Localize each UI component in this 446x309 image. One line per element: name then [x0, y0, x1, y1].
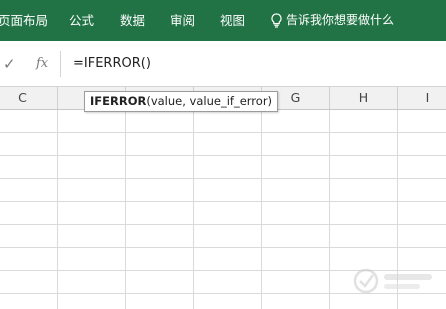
tab-page-layout[interactable]: 页面布局 [0, 0, 48, 41]
tab-review[interactable]: 审阅 [170, 0, 195, 41]
tab-data[interactable]: 数据 [120, 0, 145, 41]
watermark-logo-icon [353, 268, 432, 294]
insert-function-icon[interactable]: fx [36, 56, 48, 71]
function-syntax-tooltip: IFERROR(value, value_if_error) [84, 91, 279, 112]
formula-bar: ✓ fx =IFERROR() [0, 41, 446, 87]
tab-formulas[interactable]: 公式 [69, 0, 94, 41]
tab-view[interactable]: 视图 [220, 0, 245, 41]
ribbon-tab-bar: 页面布局 公式 数据 审阅 视图 告诉我你想要做什么 [0, 0, 446, 41]
column-gridline [329, 110, 330, 309]
tell-me-search[interactable]: 告诉我你想要做什么 [286, 0, 394, 41]
tooltip-arguments: (value, value_if_error) [146, 94, 273, 108]
column-gridline [261, 110, 262, 309]
enter-checkmark-icon[interactable]: ✓ [3, 55, 16, 73]
column-header-i[interactable]: I [398, 87, 446, 109]
column-gridline [193, 110, 194, 309]
column-gridline [125, 110, 126, 309]
column-gridline [57, 110, 58, 309]
tooltip-function-name[interactable]: IFERROR [90, 94, 146, 108]
formula-input[interactable]: =IFERROR() [73, 56, 151, 71]
column-header-c[interactable]: C [0, 87, 58, 109]
formula-bar-divider [60, 51, 61, 77]
lightbulb-icon[interactable] [270, 13, 283, 28]
column-header-h[interactable]: H [330, 87, 398, 109]
